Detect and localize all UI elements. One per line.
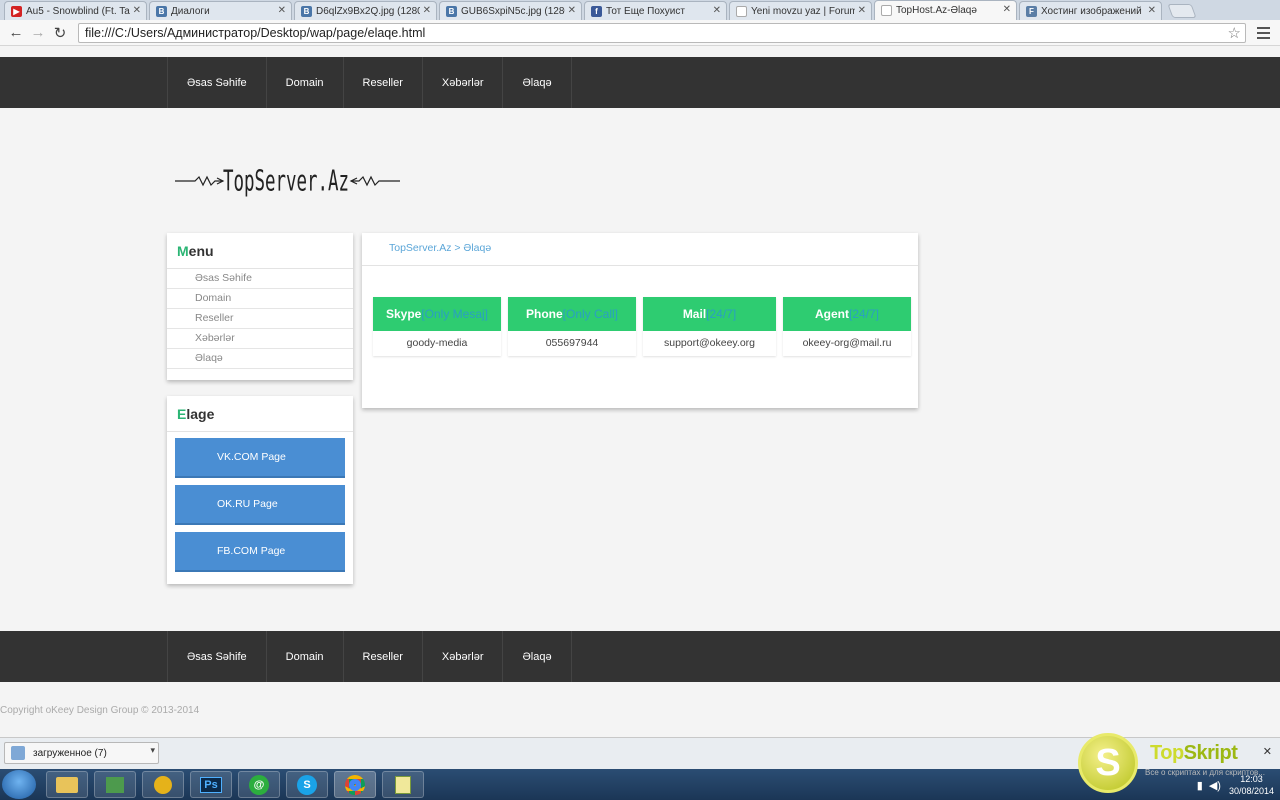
topskript-watermark-logo: S — [1078, 733, 1138, 793]
vk-icon: B — [156, 5, 167, 17]
chevron-down-icon[interactable]: ▾ — [150, 745, 155, 756]
sidebar-item-home[interactable]: Əsas Səhife — [167, 269, 353, 289]
contact-value: 055697944 — [545, 337, 599, 349]
copyright-text: Copyright oKeey Design Group © 2013-2014 — [0, 705, 200, 716]
footer-nav-news[interactable]: Xəbərlər — [423, 631, 504, 682]
contact-box-skype: Skype [Only Mesaj] goody-media — [373, 297, 501, 356]
notepad-icon[interactable] — [382, 771, 424, 798]
sidebar-item-domain[interactable]: Domain — [167, 289, 353, 309]
footer-nav-home[interactable]: Əsas Səhife — [168, 631, 267, 682]
close-icon[interactable]: ✕ — [1263, 745, 1272, 758]
browser-tab[interactable]: f Тот Еще Похуист ✕ — [584, 1, 727, 20]
start-button[interactable] — [2, 770, 36, 799]
nav-item-news[interactable]: Xəbərlər — [423, 57, 504, 108]
address-url: file:///C:/Users/Администратор/Desktop/w… — [85, 25, 426, 40]
fb-page-button[interactable]: FB.COM Page — [175, 532, 345, 572]
close-icon[interactable]: ✕ — [423, 5, 431, 16]
contact-label: Phone — [525, 307, 563, 321]
vk-page-button[interactable]: VK.COM Page — [175, 438, 345, 478]
sidebar-item-contact[interactable]: Əlaqə — [167, 349, 353, 369]
close-icon[interactable]: ✕ — [278, 5, 286, 16]
contact-content-card: TopServer.Az > Əlaqə Skype [Only Mesaj] g… — [362, 233, 918, 408]
vk-icon: B — [301, 5, 312, 17]
app-icon[interactable] — [94, 771, 136, 798]
contact-tag: [24/7] — [706, 307, 737, 321]
nav-item-home[interactable]: Əsas Səhife — [168, 57, 267, 108]
bookmark-star-icon[interactable]: ☆ — [1228, 24, 1241, 42]
explorer-icon[interactable] — [46, 771, 88, 798]
facebook-icon: f — [591, 5, 602, 17]
vk-icon: B — [446, 5, 457, 17]
page-viewport: Əsas Səhife Domain Reseller Xəbərlər Əla… — [0, 47, 1280, 737]
forward-icon[interactable]: → — [28, 23, 48, 43]
download-label: загруженное (7) — [33, 747, 107, 759]
contact-box-mail: Mail [24/7] support@okeey.org — [643, 297, 776, 356]
download-file-icon — [11, 746, 25, 760]
browser-menu-icon[interactable] — [1252, 23, 1274, 43]
fastpic-icon: F — [1026, 5, 1037, 17]
browser-tab-active[interactable]: TopHost.Az-Əlaqə ✕ — [874, 0, 1017, 20]
browser-tab[interactable]: BD6qlZx9Bx2Q.jpg (1280×8✕ — [294, 1, 437, 20]
sidebar-item-news[interactable]: Xəbərlər — [167, 329, 353, 349]
ok-page-button[interactable]: OK.RU Page — [175, 485, 345, 525]
nav-item-reseller[interactable]: Reseller — [344, 57, 423, 108]
social-card-title: Elage — [167, 396, 353, 432]
chrome-icon[interactable] — [334, 771, 376, 798]
sidebar-menu-card: Menu Əsas Səhife Domain Reseller Xəbərlə… — [167, 233, 353, 380]
contact-tag: [Only Call] — [562, 307, 619, 321]
footer-nav-contact[interactable]: Əlaqə — [503, 631, 572, 682]
page-icon — [736, 5, 747, 17]
skype-icon[interactable]: S — [286, 771, 328, 798]
youtube-icon: ▶ — [11, 5, 22, 17]
reload-icon[interactable]: ↻ — [50, 23, 70, 43]
close-icon[interactable]: ✕ — [1148, 5, 1156, 16]
contact-box-agent: Agent [24/7] okeey-org@mail.ru — [783, 297, 911, 356]
watermark-brand: TopSkript — [1150, 742, 1238, 764]
browser-tab[interactable]: B Диалоги ✕ — [149, 1, 292, 20]
footer-navigation: Əsas Səhife Domain Reseller Xəbərlər Əla… — [0, 631, 1280, 682]
close-icon[interactable]: ✕ — [713, 5, 721, 16]
menu-card-title: Menu — [167, 233, 353, 269]
contact-value: goody-media — [406, 337, 468, 349]
volume-icon[interactable]: ◀) — [1209, 779, 1221, 792]
browser-tab[interactable]: F Хостинг изображений Fa ✕ — [1019, 1, 1162, 20]
back-icon[interactable]: ← — [6, 23, 26, 43]
sidebar-item-reseller[interactable]: Reseller — [167, 309, 353, 329]
address-bar[interactable]: file:///C:/Users/Администратор/Desktop/w… — [78, 22, 1246, 43]
new-tab-button[interactable] — [1167, 4, 1197, 18]
social-links-card: Elage VK.COM Page OK.RU Page FB.COM Page — [167, 396, 353, 584]
close-icon[interactable]: ✕ — [568, 5, 576, 16]
footer-nav-reseller[interactable]: Reseller — [344, 631, 423, 682]
close-icon[interactable]: ✕ — [133, 5, 141, 16]
watermark-subtitle: Все о скриптах и для скриптов... — [1145, 768, 1265, 777]
footer-nav-domain[interactable]: Domain — [267, 631, 344, 682]
contact-label: Skype — [385, 307, 422, 321]
agent-icon[interactable]: @ — [238, 771, 280, 798]
browser-tab[interactable]: Yeni movzu yaz | Forum.A✕ — [729, 1, 872, 20]
top-navigation: Əsas Səhife Domain Reseller Xəbərlər Əla… — [0, 57, 1280, 108]
browser-tab[interactable]: BGUB6SxpiN5c.jpg (1280×8✕ — [439, 1, 582, 20]
close-icon[interactable]: ✕ — [1003, 4, 1011, 15]
contact-value: okeey-org@mail.ru — [802, 337, 892, 349]
nav-item-domain[interactable]: Domain — [267, 57, 344, 108]
contact-label: Agent — [814, 307, 849, 321]
browser-tab-strip: ▶ Au5 - Snowblind (Ft. Tash ✕ B Диалоги ✕ BD… — [0, 0, 1280, 20]
app-icon[interactable] — [142, 771, 184, 798]
site-logo[interactable]: TopServer.Az — [175, 159, 400, 199]
contact-value: support@okeey.org — [663, 337, 755, 349]
close-icon[interactable]: ✕ — [858, 5, 866, 16]
contact-tag: [Only Mesaj] — [421, 307, 489, 321]
network-icon[interactable]: ▮ — [1197, 779, 1203, 792]
download-item[interactable]: загруженное (7) ▾ — [4, 742, 159, 764]
browser-toolbar: ← → ↻ file:///C:/Users/Администратор/Des… — [0, 20, 1280, 46]
contact-label: Mail — [682, 307, 707, 321]
contact-box-phone: Phone [Only Call] 055697944 — [508, 297, 636, 356]
logo-text: TopServer.Az — [223, 164, 349, 198]
page-icon — [881, 5, 892, 16]
photoshop-icon[interactable]: Ps — [190, 771, 232, 798]
browser-tab[interactable]: ▶ Au5 - Snowblind (Ft. Tash ✕ — [4, 1, 147, 20]
breadcrumb[interactable]: TopServer.Az > Əlaqə — [362, 233, 918, 266]
contact-tag: [24/7] — [848, 307, 880, 321]
nav-item-contact[interactable]: Əlaqə — [503, 57, 572, 108]
